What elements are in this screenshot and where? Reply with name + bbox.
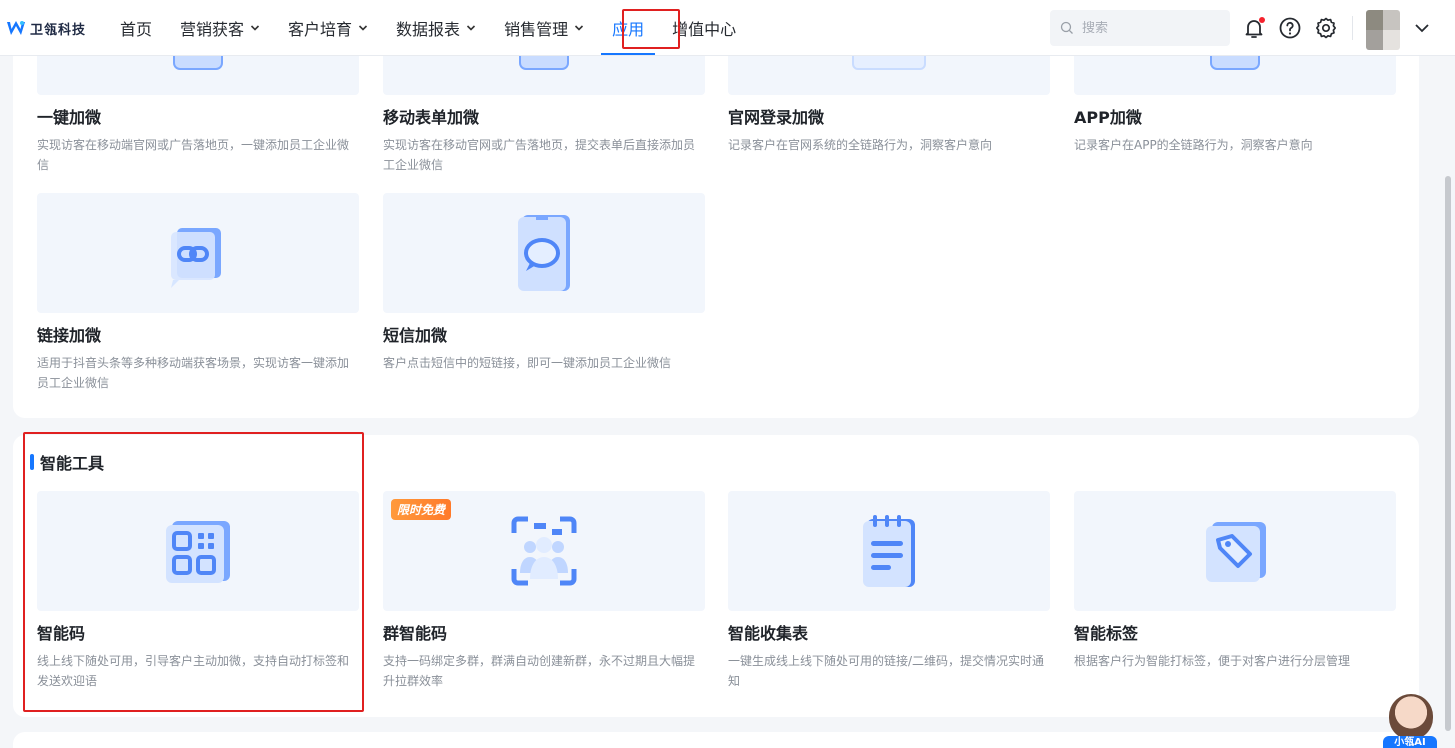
scrollbar-thumb[interactable] xyxy=(1445,176,1451,731)
app-card[interactable]: 一键加微 实现访客在移动端官网或广告落地页，一键添加员工企业微信 xyxy=(37,40,359,175)
chevron-down-icon xyxy=(250,25,260,31)
card-title: 智能码 xyxy=(37,624,86,643)
card-title: 群智能码 xyxy=(383,624,448,643)
card-title: APP加微 xyxy=(1074,108,1142,127)
card-thumbnail: 限时免费 xyxy=(383,491,705,611)
card-thumbnail xyxy=(37,491,359,611)
brand-mark-icon xyxy=(7,21,25,35)
notepad-icon xyxy=(863,515,915,587)
card-thumbnail xyxy=(728,491,1050,611)
card-thumbnail xyxy=(383,193,705,313)
card-title: 智能标签 xyxy=(1074,624,1139,643)
card-desc: 支持一码绑定多群，群满自动创建新群，永不过期且大幅提升拉群效率 xyxy=(383,654,696,688)
section-title-text: 智能工具 xyxy=(40,454,105,473)
nav-marketing[interactable]: 营销获客 xyxy=(166,0,274,56)
card-title: 链接加微 xyxy=(37,326,102,345)
app-card[interactable]: APP加微 记录客户在APP的全链路行为，洞察客户意向 xyxy=(1074,40,1396,155)
nav-label: 客户培育 xyxy=(288,20,353,39)
app-card[interactable]: 官网登录加微 记录客户在官网系统的全链路行为，洞察客户意向 xyxy=(728,40,1050,155)
nav-label: 营销获客 xyxy=(180,20,245,39)
page-scrollbar[interactable] xyxy=(1443,56,1455,748)
tag-icon xyxy=(1206,522,1266,582)
tool-card-smart-code[interactable]: 智能码 线上线下随处可用，引导客户主动加微，支持自动打标签和发送欢迎语 xyxy=(37,491,359,691)
nav-reports[interactable]: 数据报表 xyxy=(382,0,490,56)
qr-code-icon xyxy=(166,521,230,583)
settings-button[interactable] xyxy=(1313,15,1339,41)
card-desc: 线上线下随处可用，引导客户主动加微，支持自动打标签和发送欢迎语 xyxy=(37,654,350,688)
assistant-label: 小瓴AI xyxy=(1383,736,1437,748)
notification-dot xyxy=(1259,17,1265,23)
top-nav-bar: 卫瓴科技 首页 营销获客 客户培育 数据报表 销售管理 应用 增值中心 xyxy=(0,0,1455,56)
help-button[interactable] xyxy=(1277,15,1303,41)
app-card[interactable]: 链接加微 适用于抖音头条等多种移动端获客场景，实现访客一键添加员工企业微信 xyxy=(37,193,359,393)
chevron-down-icon[interactable] xyxy=(1414,20,1430,36)
assistant-avatar xyxy=(1389,694,1433,740)
brand-logo[interactable]: 卫瓴科技 xyxy=(6,17,86,39)
app-card[interactable]: 移动表单加微 实现访客在移动官网或广告落地页，提交表单后直接添加员工企业微信 xyxy=(383,40,705,175)
next-panel xyxy=(13,732,1419,748)
nav-label: 应用 xyxy=(612,20,645,39)
nav-label: 增值中心 xyxy=(672,20,737,39)
nav-value-center[interactable]: 增值中心 xyxy=(658,0,750,56)
card-desc: 客户点击短信中的短链接，即可一键添加员工企业微信 xyxy=(383,356,672,370)
notification-button[interactable] xyxy=(1241,15,1267,41)
card-thumbnail xyxy=(37,193,359,313)
nav-sales[interactable]: 销售管理 xyxy=(490,0,598,56)
chevron-down-icon xyxy=(575,25,584,31)
gear-icon xyxy=(1315,17,1337,39)
card-desc: 实现访客在移动官网或广告落地页，提交表单后直接添加员工企业微信 xyxy=(383,138,696,172)
nav-apps[interactable]: 应用 xyxy=(598,0,658,56)
card-title: 智能收集表 xyxy=(728,624,809,643)
nav-label: 数据报表 xyxy=(396,20,461,39)
ai-assistant-button[interactable]: 小瓴AI xyxy=(1383,694,1437,748)
card-title: 移动表单加微 xyxy=(383,108,480,127)
search-input[interactable] xyxy=(1082,20,1222,36)
section-title-smart-tools: 智能工具 xyxy=(30,452,105,473)
card-title: 短信加微 xyxy=(383,326,448,345)
sms-icon xyxy=(518,215,570,291)
card-title: 一键加微 xyxy=(37,108,102,127)
search-icon xyxy=(1060,21,1073,34)
card-desc: 根据客户行为智能打标签，便于对客户进行分层管理 xyxy=(1074,654,1351,668)
nav-home[interactable]: 首页 xyxy=(106,0,166,56)
card-desc: 实现访客在移动端官网或广告落地页，一键添加员工企业微信 xyxy=(37,138,350,172)
card-thumbnail xyxy=(1074,491,1396,611)
chevron-down-icon xyxy=(466,25,476,31)
group-qr-icon xyxy=(511,516,577,586)
brand-name: 卫瓴科技 xyxy=(30,22,87,38)
link-icon xyxy=(171,228,221,288)
card-desc: 记录客户在APP的全链路行为，洞察客户意向 xyxy=(1074,138,1313,152)
nav-label: 销售管理 xyxy=(504,20,569,39)
card-desc: 适用于抖音头条等多种移动端获客场景，实现访客一键添加员工企业微信 xyxy=(37,356,350,390)
tool-card-group-code[interactable]: 限时免费 群智能码 支持一码绑定多群，群满自动创建新群，永不过期且大幅提升拉群效… xyxy=(383,491,705,691)
header-divider xyxy=(1352,16,1353,40)
nav-label: 首页 xyxy=(120,20,153,39)
app-card[interactable]: 短信加微 客户点击短信中的短链接，即可一键添加员工企业微信 xyxy=(383,193,705,373)
tool-card-collect-form[interactable]: 智能收集表 一键生成线上线下随处可用的链接/二维码，提交情况实时通知 xyxy=(728,491,1050,691)
main-nav: 首页 营销获客 客户培育 数据报表 销售管理 应用 增值中心 xyxy=(106,0,750,56)
help-icon xyxy=(1279,17,1301,39)
card-desc: 记录客户在官网系统的全链路行为，洞察客户意向 xyxy=(728,138,993,152)
card-title: 官网登录加微 xyxy=(728,108,825,127)
chevron-down-icon xyxy=(358,25,368,31)
free-badge: 限时免费 xyxy=(391,499,452,520)
card-desc: 一键生成线上线下随处可用的链接/二维码，提交情况实时通知 xyxy=(728,654,1045,688)
nav-nurture[interactable]: 客户培育 xyxy=(274,0,382,56)
tool-card-smart-tag[interactable]: 智能标签 根据客户行为智能打标签，便于对客户进行分层管理 xyxy=(1074,491,1396,671)
avatar[interactable] xyxy=(1366,10,1400,50)
search-box[interactable] xyxy=(1050,10,1230,46)
